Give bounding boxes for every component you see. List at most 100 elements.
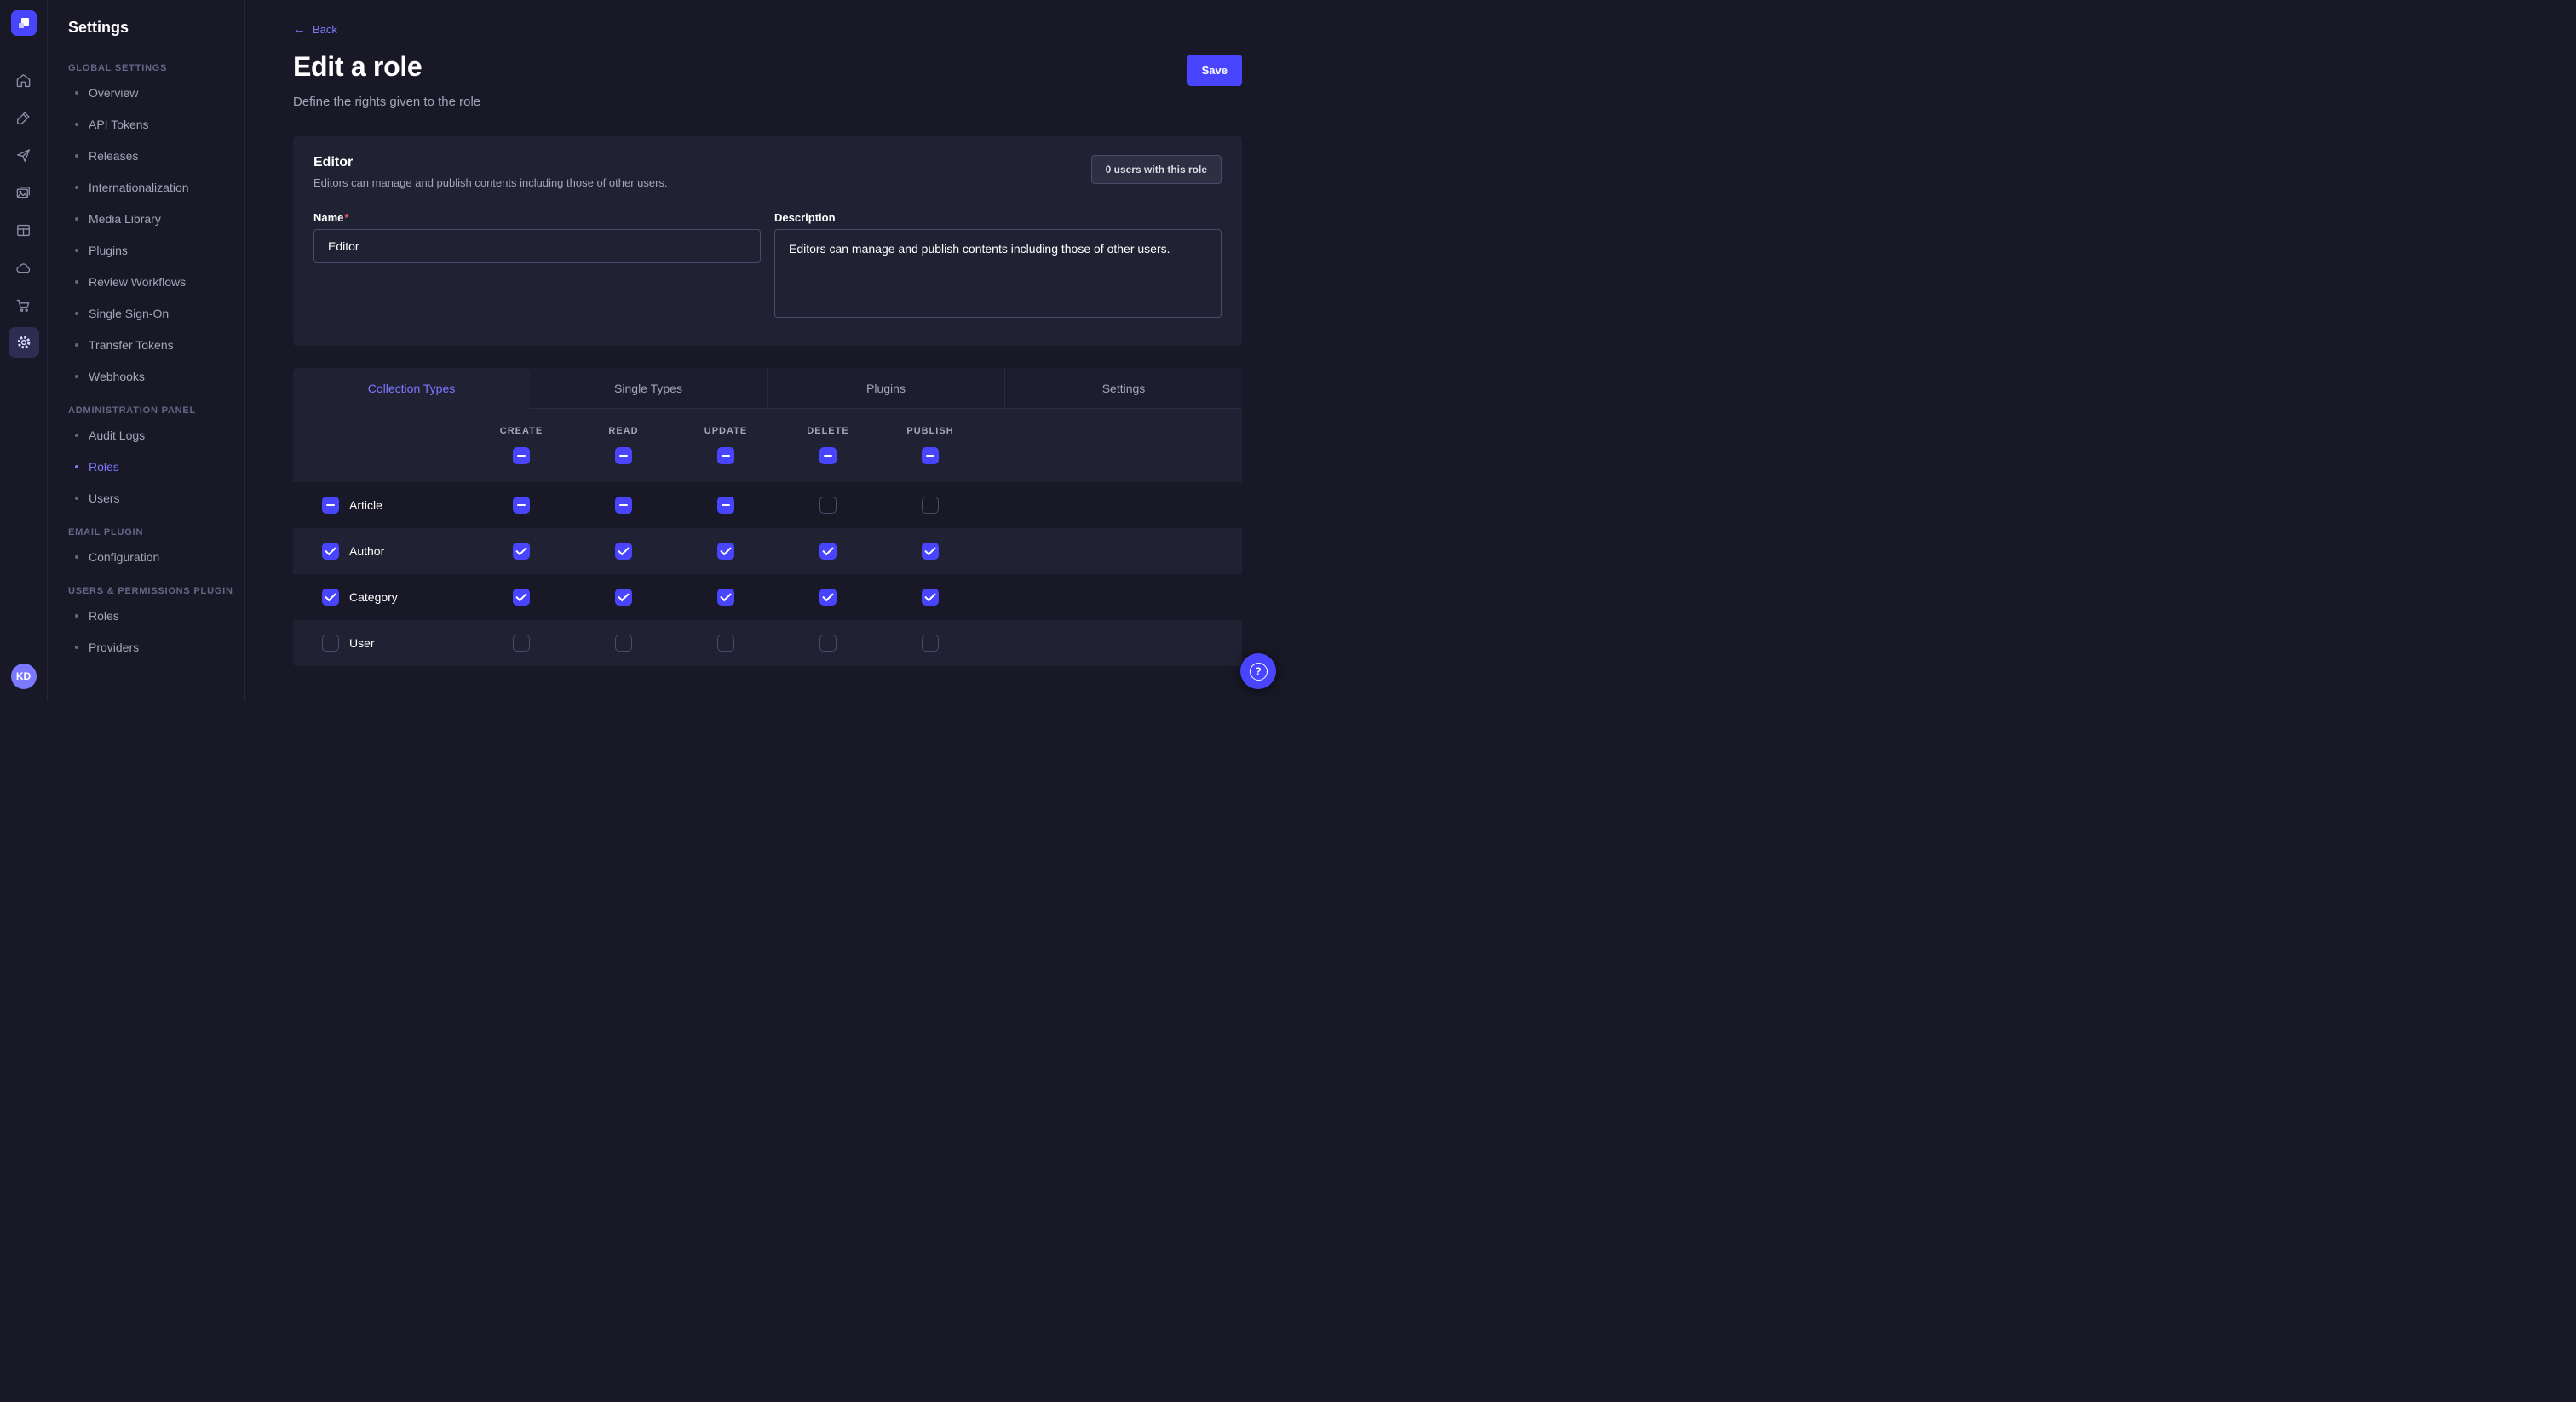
nav-item-content-type-builder[interactable] <box>9 215 39 245</box>
save-button[interactable]: Save <box>1187 55 1242 86</box>
select-all-delete-checkbox[interactable] <box>819 447 837 464</box>
sidebar-item-releases[interactable]: Releases <box>48 140 244 171</box>
name-input[interactable] <box>313 229 761 263</box>
row-label-cell: Author <box>293 543 470 560</box>
author-update-checkbox[interactable] <box>717 543 734 560</box>
user-update-checkbox[interactable] <box>717 635 734 652</box>
user-delete-checkbox[interactable] <box>819 635 837 652</box>
bullet-icon <box>75 465 78 468</box>
select-all-publish-checkbox[interactable] <box>922 447 939 464</box>
category-publish-checkbox[interactable] <box>922 589 939 606</box>
help-button[interactable]: ? <box>1240 653 1276 689</box>
row-label-cell: Category <box>293 589 470 606</box>
nav-item-content-manager[interactable] <box>9 102 39 133</box>
permissions-panel: Collection Types Single Types Plugins Se… <box>293 368 1242 666</box>
category-create-checkbox[interactable] <box>513 589 530 606</box>
category-update-checkbox[interactable] <box>717 589 734 606</box>
cloud-icon <box>15 260 32 276</box>
bullet-icon <box>75 312 78 315</box>
sidebar-item-media-library[interactable]: Media Library <box>48 203 244 234</box>
row-select-checkbox[interactable] <box>322 589 339 606</box>
bullet-icon <box>75 154 78 158</box>
row-select-checkbox[interactable] <box>322 497 339 514</box>
section-label: Administration panel <box>68 405 244 416</box>
sidebar-item-api-tokens[interactable]: API Tokens <box>48 108 244 140</box>
sidebar-item-roles[interactable]: Roles <box>48 451 244 482</box>
sidebar-item-webhooks[interactable]: Webhooks <box>48 360 244 392</box>
author-publish-checkbox[interactable] <box>922 543 939 560</box>
nav-item-cloud[interactable] <box>9 252 39 283</box>
sidebar-item-internationalization[interactable]: Internationalization <box>48 171 244 203</box>
back-arrow-icon: ← <box>293 23 306 36</box>
required-mark: * <box>344 211 348 224</box>
sidebar-item-audit-logs[interactable]: Audit Logs <box>48 419 244 451</box>
sidebar-item-transfer-tokens[interactable]: Transfer Tokens <box>48 329 244 360</box>
nav-item-marketplace[interactable] <box>9 290 39 320</box>
user-avatar[interactable]: KD <box>11 664 37 689</box>
sidebar-item-overview[interactable]: Overview <box>48 77 244 108</box>
sidebar-item-single-sign-on[interactable]: Single Sign-On <box>48 297 244 329</box>
settings-gear-icon <box>15 334 32 351</box>
sidebar-item-up-roles[interactable]: Roles <box>48 600 244 631</box>
sidebar-item-label: Roles <box>89 460 119 474</box>
description-field-group: Description Editors can manage and publi… <box>774 211 1222 322</box>
back-link-label: Back <box>313 23 337 36</box>
article-update-checkbox[interactable] <box>717 497 734 514</box>
select-all-update-checkbox[interactable] <box>717 447 734 464</box>
nav-item-releases[interactable] <box>9 140 39 170</box>
main-content: ← Back Edit a role Save Define the right… <box>245 0 1288 701</box>
sidebar-item-label: API Tokens <box>89 118 149 131</box>
user-publish-checkbox[interactable] <box>922 635 939 652</box>
users-with-role-button[interactable]: 0 users with this role <box>1091 155 1222 184</box>
bullet-icon <box>75 343 78 347</box>
column-read: Read <box>572 409 675 464</box>
section-email-plugin: Email plugin Configuration <box>48 527 244 572</box>
page-title: Edit a role <box>293 51 422 83</box>
nav-rail: KD <box>0 0 48 701</box>
author-create-checkbox[interactable] <box>513 543 530 560</box>
category-delete-checkbox[interactable] <box>819 589 837 606</box>
nav-item-home[interactable] <box>9 65 39 95</box>
sidebar-item-label: Webhooks <box>89 370 145 383</box>
role-card-head-text: Editor Editors can manage and publish co… <box>313 155 668 189</box>
column-label: Read <box>608 426 638 436</box>
tab-collection-types[interactable]: Collection Types <box>293 368 530 409</box>
sidebar-item-label: Audit Logs <box>89 428 145 442</box>
sidebar-item-label: Releases <box>89 149 138 163</box>
sidebar-item-review-workflows[interactable]: Review Workflows <box>48 266 244 297</box>
home-icon <box>15 72 32 89</box>
article-read-checkbox[interactable] <box>615 497 632 514</box>
tab-settings[interactable]: Settings <box>1004 368 1242 409</box>
select-all-create-checkbox[interactable] <box>513 447 530 464</box>
bullet-icon <box>75 555 78 559</box>
user-create-checkbox[interactable] <box>513 635 530 652</box>
permissions-table: Create Read Update Delete <box>293 409 1242 666</box>
description-textarea[interactable]: Editors can manage and publish contents … <box>774 229 1222 318</box>
bullet-icon <box>75 280 78 284</box>
column-label: Create <box>500 426 543 436</box>
sidebar-item-configuration[interactable]: Configuration <box>48 541 244 572</box>
sidebar-item-plugins[interactable]: Plugins <box>48 234 244 266</box>
article-create-checkbox[interactable] <box>513 497 530 514</box>
row-select-checkbox[interactable] <box>322 635 339 652</box>
nav-item-settings[interactable] <box>9 327 39 358</box>
category-read-checkbox[interactable] <box>615 589 632 606</box>
author-read-checkbox[interactable] <box>615 543 632 560</box>
sidebar-item-up-providers[interactable]: Providers <box>48 631 244 663</box>
bullet-icon <box>75 497 78 500</box>
sidebar-item-users[interactable]: Users <box>48 482 244 514</box>
author-delete-checkbox[interactable] <box>819 543 837 560</box>
tab-plugins[interactable]: Plugins <box>767 368 1004 409</box>
sidebar-item-label: Users <box>89 491 120 505</box>
back-link[interactable]: ← Back <box>293 23 337 36</box>
article-publish-checkbox[interactable] <box>922 497 939 514</box>
select-all-read-checkbox[interactable] <box>615 447 632 464</box>
strapi-logo[interactable] <box>11 10 37 36</box>
tab-single-types[interactable]: Single Types <box>530 368 767 409</box>
user-read-checkbox[interactable] <box>615 635 632 652</box>
bullet-icon <box>75 186 78 189</box>
nav-item-media-library[interactable] <box>9 177 39 208</box>
row-select-checkbox[interactable] <box>322 543 339 560</box>
strapi-logo-glyph <box>17 16 31 30</box>
article-delete-checkbox[interactable] <box>819 497 837 514</box>
